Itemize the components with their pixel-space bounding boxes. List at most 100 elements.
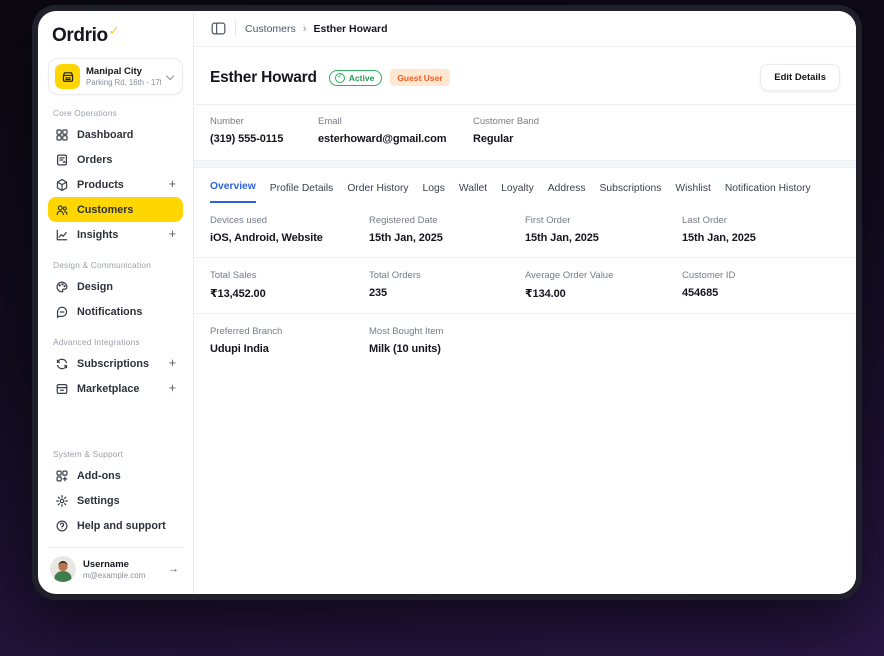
topbar-divider <box>235 21 236 36</box>
sidebar-item-label: Settings <box>77 494 120 507</box>
detail-label: Registered Date <box>369 215 438 226</box>
detail-label: Preferred Branch <box>210 326 283 337</box>
tab-logs[interactable]: Logs <box>423 183 445 203</box>
marketplace-icon <box>55 382 69 396</box>
detail-label: Total Sales <box>210 270 257 281</box>
detail-value: ₹134.00 <box>525 288 566 300</box>
contact-field-email: Email esterhoward@gmail.com <box>318 116 473 145</box>
page-title: Esther Howard <box>210 68 317 86</box>
sidebar-item-dashboard[interactable]: Dashboard <box>48 122 183 147</box>
field-label: Email <box>318 116 342 127</box>
user-profile[interactable]: Username m@example.com → <box>48 547 183 584</box>
section-title-advanced-integrations: Advanced Integrations <box>53 337 140 347</box>
detail-value: 15th Jan, 2025 <box>525 232 599 244</box>
orders-icon <box>55 153 69 167</box>
detail-field-most-bought-item: Most Bought Item Milk (10 units) <box>369 326 525 355</box>
detail-value: 15th Jan, 2025 <box>682 232 756 244</box>
sidebar-item-label: Notifications <box>77 305 143 318</box>
app-surface: Ordrio ✓ Manipal City Parking Rd, 16th -… <box>38 11 856 594</box>
detail-field-registered-date: Registered Date 15th Jan, 2025 <box>369 215 525 244</box>
sidebar-item-label: Marketplace <box>77 382 140 395</box>
branch-selector[interactable]: Manipal City Parking Rd, 16th - 17th Blo… <box>48 58 183 95</box>
customer-header: Esther Howard ✓ Active Guest User Edit D… <box>194 47 856 104</box>
detail-row: Preferred Branch Udupi India Most Bought… <box>194 313 856 368</box>
sidebar-item-label: Add-ons <box>77 469 121 482</box>
detail-value: Udupi India <box>210 343 269 355</box>
tab-profile-details[interactable]: Profile Details <box>270 183 334 203</box>
sidebar-item-marketplace[interactable]: Marketplace + <box>48 376 183 401</box>
main-content: Customers › Esther Howard Esther Howard … <box>194 11 856 594</box>
detail-field-total-sales: Total Sales ₹13,452.00 <box>210 270 369 300</box>
detail-field-total-orders: Total Orders 235 <box>369 270 525 300</box>
tab-loyalty[interactable]: Loyalty <box>501 183 534 203</box>
contact-info-row: Number (319) 555-0115 Email esterhoward@… <box>194 105 856 160</box>
detail-label: First Order <box>525 215 571 226</box>
sidebar-item-insights[interactable]: Insights + <box>48 222 183 247</box>
field-value: esterhoward@gmail.com <box>318 133 447 145</box>
detail-value: Milk (10 units) <box>369 343 441 355</box>
tab-overview[interactable]: Overview <box>210 181 256 203</box>
topbar: Customers › Esther Howard <box>194 11 856 47</box>
detail-label: Total Orders <box>369 270 421 281</box>
avatar <box>50 556 76 582</box>
detail-value: ₹13,452.00 <box>210 288 266 300</box>
content-filler <box>194 368 856 594</box>
detail-field-preferred-branch: Preferred Branch Udupi India <box>210 326 369 355</box>
expand-plus-icon[interactable]: + <box>169 357 176 370</box>
contact-field-customer-band: Customer Band Regular <box>473 116 840 145</box>
branch-info: Manipal City Parking Rd, 16th - 17th Blo… <box>86 66 161 87</box>
tab-wishlist[interactable]: Wishlist <box>675 183 710 203</box>
tab-bar: Overview Profile Details Order History L… <box>194 168 856 203</box>
detail-label: Last Order <box>682 215 727 226</box>
field-value: (319) 555-0115 <box>210 133 284 145</box>
detail-row: Total Sales ₹13,452.00 Total Orders 235 … <box>194 257 856 313</box>
sidebar-item-customers[interactable]: Customers <box>48 197 183 222</box>
help-circle-icon <box>55 519 69 533</box>
sidebar-item-subscriptions[interactable]: Subscriptions + <box>48 351 183 376</box>
products-icon <box>55 178 69 192</box>
breadcrumb: Customers › Esther Howard <box>245 23 388 35</box>
field-label: Customer Band <box>473 116 540 127</box>
field-label: Number <box>210 116 244 127</box>
sidebar-item-label: Help and support <box>77 519 166 532</box>
arrow-right-icon[interactable]: → <box>168 563 179 575</box>
detail-value: iOS, Android, Website <box>210 232 323 244</box>
chevron-right-icon: › <box>302 22 307 35</box>
tab-notification-history[interactable]: Notification History <box>725 183 811 203</box>
sidebar-toggle-icon[interactable] <box>211 22 226 35</box>
detail-field-devices-used: Devices used iOS, Android, Website <box>210 215 369 244</box>
sidebar-item-orders[interactable]: Orders <box>48 147 183 172</box>
check-circle-icon: ✓ <box>334 72 345 83</box>
tab-wallet[interactable]: Wallet <box>459 183 487 203</box>
expand-plus-icon[interactable]: + <box>169 178 176 191</box>
tab-order-history[interactable]: Order History <box>347 183 408 203</box>
sidebar-item-label: Dashboard <box>77 128 134 141</box>
branch-name: Manipal City <box>86 66 142 77</box>
sidebar-item-label: Orders <box>77 153 113 166</box>
expand-plus-icon[interactable]: + <box>169 382 176 395</box>
user-info: Username m@example.com <box>83 559 145 580</box>
tab-address[interactable]: Address <box>548 183 586 203</box>
sidebar-item-products[interactable]: Products + <box>48 172 183 197</box>
sidebar-item-label: Customers <box>77 203 134 216</box>
overview-details: Devices used iOS, Android, Website Regis… <box>194 203 856 368</box>
sidebar-item-help-support[interactable]: Help and support <box>48 513 183 538</box>
chat-bubble-icon <box>55 305 69 319</box>
breadcrumb-customers-link[interactable]: Customers <box>245 23 296 35</box>
section-title-core-operations: Core Operations <box>53 108 117 118</box>
section-title-system-support: System & Support <box>53 449 124 459</box>
tab-subscriptions[interactable]: Subscriptions <box>600 183 662 203</box>
edit-details-button[interactable]: Edit Details <box>760 64 840 91</box>
detail-row: Devices used iOS, Android, Website Regis… <box>194 203 856 257</box>
expand-plus-icon[interactable]: + <box>169 228 176 241</box>
sidebar-item-notifications[interactable]: Notifications <box>48 299 183 324</box>
sidebar-item-design[interactable]: Design <box>48 274 183 299</box>
user-email: m@example.com <box>83 570 146 580</box>
sidebar-item-add-ons[interactable]: Add-ons <box>48 463 183 488</box>
detail-field-last-order: Last Order 15th Jan, 2025 <box>682 215 840 244</box>
sidebar-item-settings[interactable]: Settings <box>48 488 183 513</box>
sidebar-item-label: Products <box>77 178 124 191</box>
user-name: Username <box>83 558 129 570</box>
store-icon <box>55 64 80 89</box>
dashboard-icon <box>55 128 69 142</box>
